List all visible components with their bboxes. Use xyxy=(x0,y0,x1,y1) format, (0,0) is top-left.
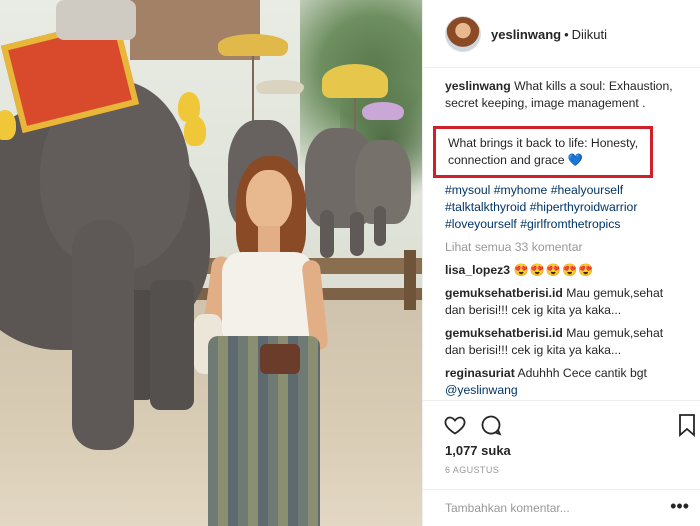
tassel xyxy=(0,110,16,140)
hashtags: #mysoul #myhome #healyourself #talktalkt… xyxy=(445,182,685,233)
elephant-leg xyxy=(150,280,194,410)
comment-text: 😍😍😍😍😍 xyxy=(513,263,595,277)
follow-status-button[interactable]: Diikuti xyxy=(572,27,607,42)
elephant-leg xyxy=(350,212,364,256)
comment: gemuksehatberisi.id Mau gemuk,sehat dan … xyxy=(445,325,685,359)
comment-username[interactable]: gemuksehatberisi.id xyxy=(445,286,563,300)
add-comment-input[interactable] xyxy=(445,498,675,518)
highlighted-caption-box: What brings it back to life: Honesty, co… xyxy=(433,126,653,178)
avatar[interactable] xyxy=(445,16,481,52)
white-top xyxy=(222,252,314,342)
likes-count[interactable]: 1,077 suka xyxy=(445,443,511,458)
post-header: yeslinwang • Diikuti xyxy=(423,0,700,68)
comment-mention[interactable]: @yeslinwang xyxy=(445,383,518,397)
elephant-trunk xyxy=(72,220,134,450)
comment: gemuksehatberisi.id Mau gemuk,sehat dan … xyxy=(445,285,685,319)
caption-username[interactable]: yeslinwang xyxy=(445,79,511,93)
comments-section: yeslinwang What kills a soul: Exhaustion… xyxy=(433,78,685,399)
post-photo[interactable] xyxy=(0,0,422,526)
hashtag-link[interactable]: #healyourself xyxy=(551,183,624,197)
hashtag-link[interactable]: #talktalkthyroid xyxy=(445,200,526,214)
heart-icon[interactable] xyxy=(443,413,467,437)
umbrella xyxy=(362,102,404,120)
separator-dot: • xyxy=(564,27,569,42)
fence-post xyxy=(404,250,416,310)
comment-username[interactable]: gemuksehatberisi.id xyxy=(445,326,563,340)
more-options-icon[interactable]: ••• xyxy=(670,496,689,516)
clutch-bag xyxy=(260,344,300,374)
comment-text: Aduhhh Cece cantik bgt xyxy=(517,366,647,380)
neck xyxy=(258,226,280,254)
comment: reginasuriat Aduhhh Cece cantik bgt @yes… xyxy=(445,365,685,399)
comment-username[interactable]: lisa_lopez3 xyxy=(445,263,510,277)
umbrella xyxy=(322,64,388,98)
elephant-seat xyxy=(56,0,136,40)
hashtag-link[interactable]: #myhome xyxy=(494,183,548,197)
hashtag-link[interactable]: #girlfromthetropics xyxy=(520,217,620,231)
elephant-leg xyxy=(374,206,386,246)
header-username[interactable]: yeslinwang xyxy=(491,27,561,42)
highlighted-caption-text: What brings it back to life: Honesty, co… xyxy=(448,136,639,167)
umbrella xyxy=(256,80,304,94)
header-user-row: yeslinwang • Diikuti xyxy=(491,27,607,42)
caption: yeslinwang What kills a soul: Exhaustion… xyxy=(445,78,685,112)
add-comment-bar: ••• xyxy=(423,489,700,525)
post-side-panel: yeslinwang • Diikuti yeslinwang What kills… xyxy=(422,0,700,526)
bookmark-icon[interactable] xyxy=(677,413,700,437)
woman xyxy=(194,156,329,526)
view-all-comments-link[interactable]: Lihat semua 33 komentar xyxy=(445,239,685,256)
umbrella-pole xyxy=(252,50,254,130)
hashtag-link[interactable]: #loveyourself xyxy=(445,217,517,231)
comment: lisa_lopez3 😍😍😍😍😍 xyxy=(445,262,685,279)
comment-username[interactable]: reginasuriat xyxy=(445,366,515,380)
face xyxy=(246,170,292,230)
hashtag-link[interactable]: #hiperthyroidwarrior xyxy=(530,200,638,214)
post-actions: 1,077 suka 6 AGUSTUS ••• xyxy=(423,400,700,520)
comment-icon[interactable] xyxy=(479,413,503,437)
tassel xyxy=(184,116,206,146)
post-date: 6 AGUSTUS xyxy=(445,465,500,475)
hashtag-link[interactable]: #mysoul xyxy=(445,183,490,197)
